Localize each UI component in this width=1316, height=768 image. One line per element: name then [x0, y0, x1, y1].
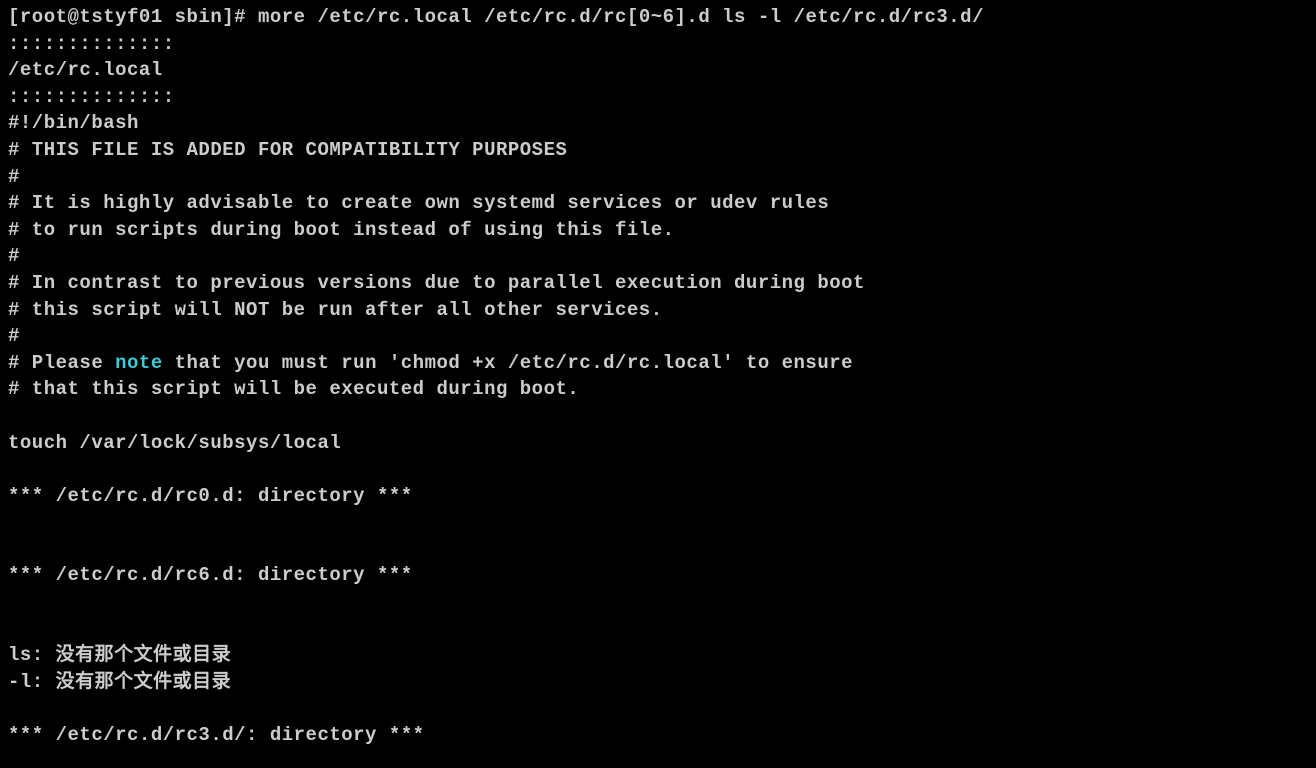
directory-marker: *** /etc/rc.d/rc6.d: directory *** [8, 562, 1308, 589]
comment-line: # In contrast to previous versions due t… [8, 270, 1308, 297]
terminal-prompt-line: [root@tstyf01 sbin]# more /etc/rc.local … [8, 4, 1308, 31]
comment-line: # [8, 323, 1308, 350]
directory-marker: *** /etc/rc.d/rc0.d: directory *** [8, 483, 1308, 510]
blank-line [8, 456, 1308, 483]
blank-line [8, 403, 1308, 430]
highlighted-note: note [115, 352, 163, 374]
comment-line: # [8, 164, 1308, 191]
shebang-line: #!/bin/bash [8, 110, 1308, 137]
shell-prompt: [root@tstyf01 sbin]# [8, 6, 258, 28]
error-line: ls: 没有那个文件或目录 [8, 642, 1308, 669]
blank-line [8, 695, 1308, 722]
error-line: -l: 没有那个文件或目录 [8, 669, 1308, 696]
comment-line: # [8, 243, 1308, 270]
comment-line: # THIS FILE IS ADDED FOR COMPATIBILITY P… [8, 137, 1308, 164]
blank-line [8, 589, 1308, 616]
command-line: touch /var/lock/subsys/local [8, 430, 1308, 457]
comment-line: # to run scripts during boot instead of … [8, 217, 1308, 244]
blank-line [8, 616, 1308, 643]
comment-line: # Please note that you must run 'chmod +… [8, 350, 1308, 377]
comment-line: # this script will NOT be run after all … [8, 297, 1308, 324]
comment-text: that you must run 'chmod +x /etc/rc.d/rc… [163, 352, 853, 374]
comment-text: # Please [8, 352, 115, 374]
blank-line [8, 509, 1308, 536]
directory-marker: *** /etc/rc.d/rc3.d/: directory *** [8, 722, 1308, 749]
separator-line: :::::::::::::: [8, 31, 1308, 58]
shell-command: more /etc/rc.local /etc/rc.d/rc[0~6].d l… [258, 6, 984, 28]
separator-line: :::::::::::::: [8, 84, 1308, 111]
blank-line [8, 536, 1308, 563]
comment-line: # that this script will be executed duri… [8, 376, 1308, 403]
filename-header: /etc/rc.local [8, 57, 1308, 84]
comment-line: # It is highly advisable to create own s… [8, 190, 1308, 217]
